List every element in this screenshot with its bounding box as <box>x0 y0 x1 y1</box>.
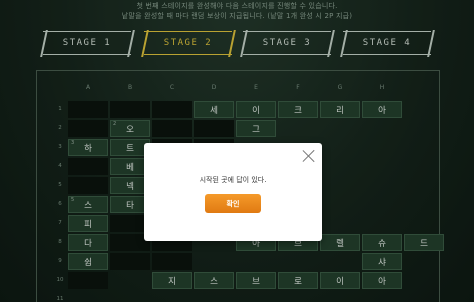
dialog-message: 시작된 곳에 답이 있다. <box>199 176 267 184</box>
close-icon[interactable] <box>302 149 316 163</box>
confirm-button[interactable]: 확인 <box>205 194 261 213</box>
hint-dialog: 시작된 곳에 답이 있다. 확인 <box>144 143 322 241</box>
